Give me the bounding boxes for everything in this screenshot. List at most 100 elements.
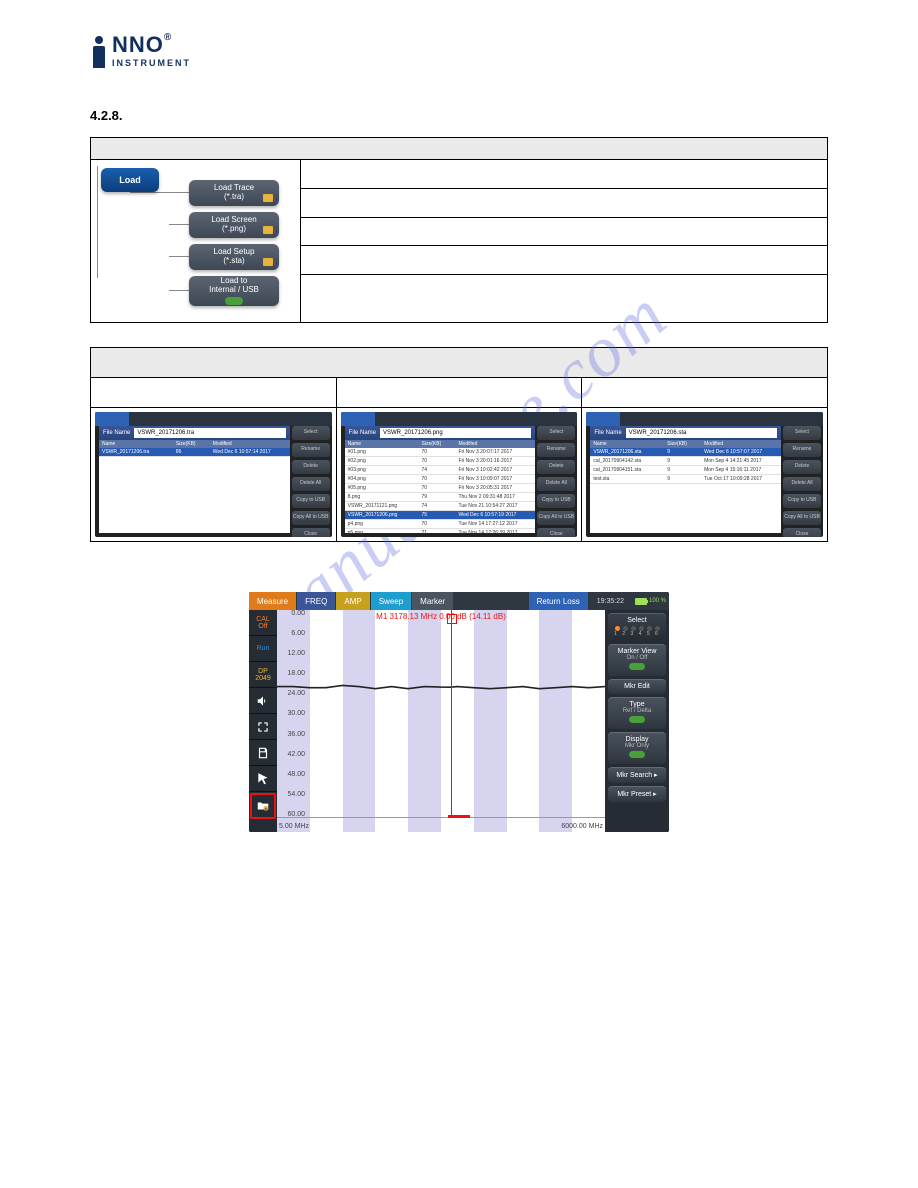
file-row[interactable]: #01.png 70 Fri Nov 3 20:07:17 2017	[345, 448, 536, 457]
load-setup-button[interactable]: Load Setup (*.sta)	[189, 244, 279, 270]
dialog-side-button[interactable]: Copy to USB	[292, 494, 330, 508]
dialog-side-button[interactable]: Delete All	[783, 477, 821, 491]
plot-x-axis: 5.00 MHz 6000.00 MHz	[277, 823, 605, 830]
file-row[interactable]: VSWR_20171206.png 75 Wed Dec 6 10:57:19 …	[345, 511, 536, 520]
dialog-side-button[interactable]: Copy All to USB	[783, 511, 821, 525]
cal-button[interactable]: CAL Off	[249, 610, 277, 636]
side-button-label: Type	[610, 701, 664, 708]
load-to-button[interactable]: Load to Internal / USB	[189, 276, 279, 306]
side-button-label: Mkr Edit	[610, 683, 664, 690]
side-button[interactable]: Marker ViewOn / Off	[608, 644, 666, 676]
side-button[interactable]: TypeRef / Delta	[608, 697, 666, 729]
file-name-input[interactable]: VSWR_20171206.sta	[626, 428, 777, 438]
y-tick: 24.00	[279, 690, 305, 697]
dialog-side-button[interactable]: Delete All	[537, 477, 575, 491]
col-header: Modified	[213, 441, 287, 447]
file-row[interactable]: p4.png 70 Tue Nov 14 17:27:12 2017	[345, 520, 536, 529]
menu-tree-cell: Load Load Trace (*.tra) Load Screen (*.p…	[91, 160, 301, 323]
load-screen-button[interactable]: Load Screen (*.png)	[189, 212, 279, 238]
logo-main: NNO	[112, 32, 164, 57]
side-button[interactable]: Mkr Search ▸	[608, 767, 666, 783]
dialog-side-button[interactable]: Copy to USB	[537, 494, 575, 508]
col-header: Modified	[458, 441, 532, 447]
cell-size: 75	[422, 512, 459, 518]
desc-cell	[301, 188, 828, 217]
file-row[interactable]: #02.png 70 Fri Nov 3 20:01:16 2017	[345, 457, 536, 466]
dialog-side-button[interactable]: Rename	[537, 443, 575, 457]
file-row[interactable]: p5.png 71 Tue Nov 14 17:26:39 2017	[345, 529, 536, 537]
select-panel[interactable]: Select 1 2 3 4 5 6	[608, 613, 666, 641]
dialog-side-button[interactable]: Delete All	[292, 477, 330, 491]
y-tick: 30.00	[279, 710, 305, 717]
plot-floor-marker	[448, 815, 470, 818]
col-header: Size(KB)	[176, 441, 213, 447]
save-file-icon[interactable]	[249, 740, 277, 766]
tab-freq[interactable]: FREQ	[297, 592, 335, 610]
cell-name: cal_20170904142.sta	[593, 458, 667, 464]
file-row[interactable]: cal_20170904151.sta 9 Mon Sep 4 15:16:11…	[590, 466, 781, 475]
file-row[interactable]: #04.png 70 Fri Nov 3 10:09:07 2017	[345, 475, 536, 484]
side-button[interactable]: Mkr Edit	[608, 679, 666, 694]
col-header: Modified	[704, 441, 778, 447]
side-button[interactable]: DisplayMkr Only	[608, 732, 666, 764]
tab-sweep[interactable]: Sweep	[371, 592, 411, 610]
dialog-side-button[interactable]: Delete	[537, 460, 575, 474]
dialog-tab-load[interactable]	[341, 412, 375, 426]
dialog-side-button[interactable]: Close	[783, 528, 821, 537]
file-row[interactable]: cal_20170904142.sta 9 Mon Sep 4 14:21:45…	[590, 457, 781, 466]
load-button[interactable]: Load	[101, 168, 159, 192]
file-row[interactable]: VSWR_20171206.sta 9 Wed Dec 6 10:57:07 2…	[590, 448, 781, 457]
cell-modified: Tue Nov 14 17:27:12 2017	[458, 521, 532, 527]
tab-amp[interactable]: AMP	[336, 592, 369, 610]
dialog-body: File Name VSWR_20171206.tra NameSize(KB)…	[99, 426, 290, 533]
dialog-side-button[interactable]: Select	[537, 426, 575, 440]
dialog-side-button[interactable]: Rename	[783, 443, 821, 457]
dialog-side-button[interactable]: Copy All to USB	[292, 511, 330, 525]
load-trace-button[interactable]: Load Trace (*.tra)	[189, 180, 279, 206]
file-row[interactable]: #05.png 70 Fri Nov 3 20:05:31 2017	[345, 484, 536, 493]
cell-name: #02.png	[348, 458, 422, 464]
cell-size: 70	[422, 458, 459, 464]
dp-button[interactable]: DP 2049	[249, 662, 277, 688]
dialog-side-button[interactable]: Select	[783, 426, 821, 440]
dialog-side-button[interactable]: Select	[292, 426, 330, 440]
side-button-label: Display	[610, 736, 664, 743]
dialog-side-button[interactable]: Copy to USB	[783, 494, 821, 508]
file-row[interactable]: VSWR_20171121.png 74 Tue Nov 21 10:54:27…	[345, 502, 536, 511]
y-tick: 48.00	[279, 771, 305, 778]
dialog-side-button[interactable]: Close	[537, 528, 575, 537]
dialog-tab-load[interactable]	[95, 412, 129, 426]
dialog-side-button[interactable]: Delete	[292, 460, 330, 474]
dialog-tab-load[interactable]	[586, 412, 620, 426]
quick-load-icon[interactable]	[250, 793, 276, 819]
tab-measure[interactable]: Measure	[249, 592, 296, 610]
cell-modified: Wed Dec 6 10:57:14 2017	[213, 449, 287, 455]
file-name-label: File Name	[349, 430, 376, 436]
logo-sub: INSTRUMENT	[112, 58, 191, 68]
file-name-input[interactable]: VSWR_20171206.png	[380, 428, 531, 438]
file-row[interactable]: #03.png 74 Fri Nov 3 10:02:42 2017	[345, 466, 536, 475]
sound-icon[interactable]	[249, 688, 277, 714]
cursor-icon[interactable]	[249, 766, 277, 792]
run-button[interactable]: Run	[249, 636, 277, 662]
cell-size: 79	[422, 494, 459, 500]
tab-return-loss[interactable]: Return Loss	[529, 592, 588, 610]
fullscreen-icon[interactable]	[249, 714, 277, 740]
dialog-side-button[interactable]: Close	[292, 528, 330, 537]
plot-trace	[277, 610, 605, 832]
desc-cell	[301, 160, 828, 189]
dialog-side-button[interactable]: Delete	[783, 460, 821, 474]
tab-marker[interactable]: Marker	[412, 592, 453, 610]
file-name-label: File Name	[103, 430, 130, 436]
battery-indicator: 100 %	[633, 592, 668, 610]
dialog-body: File Name VSWR_20171206.sta NameSize(KB)…	[590, 426, 781, 533]
file-name-label: File Name	[594, 430, 621, 436]
file-row[interactable]: VSWR_20171206.tra 86 Wed Dec 6 10:57:14 …	[99, 448, 290, 457]
dialog-side-button[interactable]: Copy All to USB	[537, 511, 575, 525]
side-button[interactable]: Mkr Preset ▸	[608, 786, 666, 802]
dialog-file-list: NameSize(KB)Modified #01.png 70 Fri Nov …	[345, 440, 536, 533]
file-row[interactable]: test.sta 9 Tue Oct 17 10:09:28 2017	[590, 475, 781, 484]
file-row[interactable]: 8.png 79 Thu Nov 2 09:31:48 2017	[345, 493, 536, 502]
dialog-side-button[interactable]: Rename	[292, 443, 330, 457]
file-name-input[interactable]: VSWR_20171206.tra	[134, 428, 285, 438]
